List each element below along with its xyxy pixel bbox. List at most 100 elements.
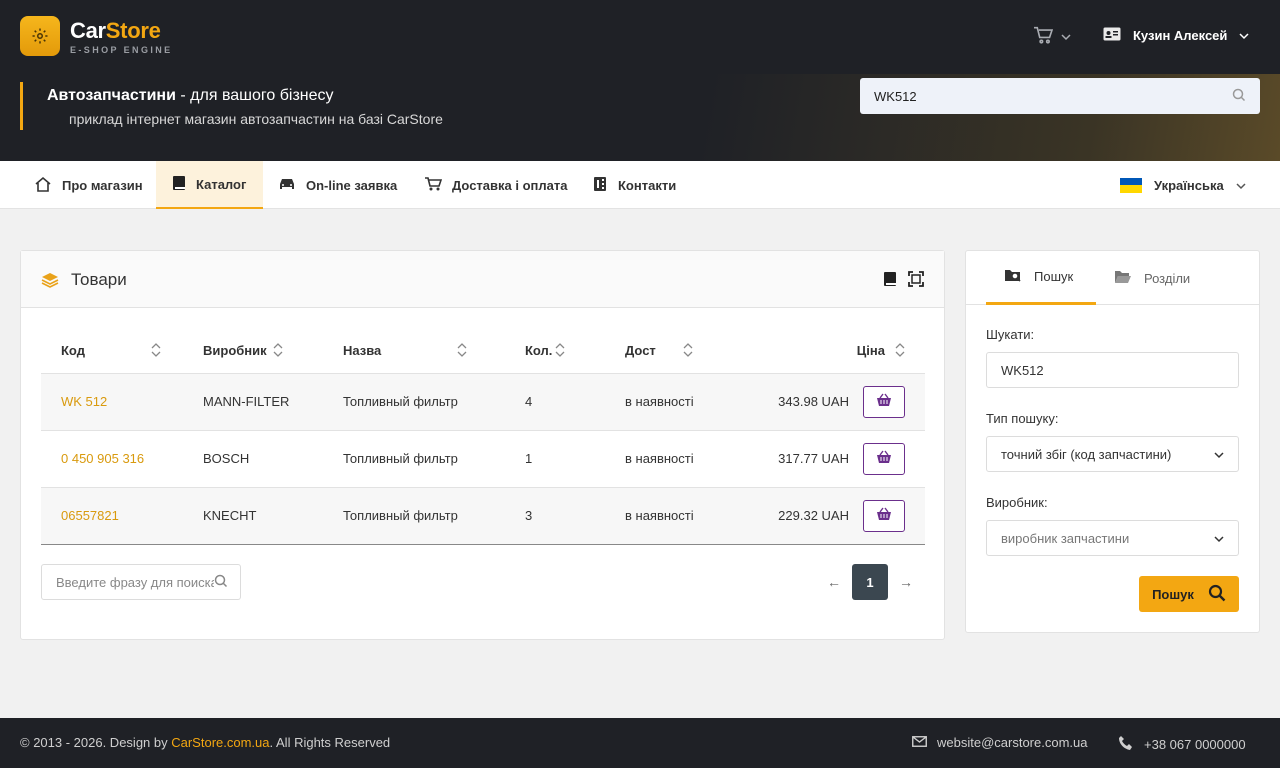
sort-icon[interactable] xyxy=(273,343,283,360)
chevron-down-icon xyxy=(1061,29,1071,44)
maker-cell: KNECHT xyxy=(183,487,323,545)
sort-icon[interactable] xyxy=(895,343,905,360)
car-icon xyxy=(278,177,296,194)
search-folder-icon xyxy=(1004,267,1022,286)
fullscreen-icon[interactable] xyxy=(908,271,924,290)
nav-item-contacts[interactable]: Контакти xyxy=(576,161,692,209)
tab-sections[interactable]: Розділи xyxy=(1114,251,1190,305)
search-icon xyxy=(1208,584,1226,605)
search-icon[interactable] xyxy=(1232,88,1246,105)
phone-icon xyxy=(1118,735,1134,754)
copyright: © 2013 - 2026. Design by CarStore.com.ua… xyxy=(20,735,391,750)
pager-next-button[interactable]: → xyxy=(888,564,924,600)
availability-cell: в наявності xyxy=(605,487,725,545)
table-row: WK 512 MANN-FILTER Топливный фильтр 4 в … xyxy=(41,373,925,431)
part-code-link[interactable]: 0 450 905 316 xyxy=(41,430,183,488)
cart-icon xyxy=(1033,26,1054,47)
col-price[interactable]: Ціна xyxy=(725,328,925,374)
top-search xyxy=(860,78,1260,114)
search-icon[interactable] xyxy=(214,574,228,591)
nav-item-delivery[interactable]: Доставка і оплата xyxy=(408,161,583,209)
book-icon[interactable] xyxy=(882,271,898,290)
user-menu[interactable]: Кузин Алексей xyxy=(1103,27,1249,44)
add-to-basket-button[interactable] xyxy=(863,385,905,418)
sort-icon[interactable] xyxy=(457,343,467,360)
gear-icon[interactable] xyxy=(20,16,60,56)
language-selector[interactable]: Українська xyxy=(1120,161,1246,209)
search-label: Шукати: xyxy=(986,327,1035,342)
part-code-link[interactable]: WK 512 xyxy=(41,373,183,431)
header-cart-button[interactable] xyxy=(1033,26,1071,47)
availability-cell: в наявності xyxy=(605,373,725,431)
maker-cell: BOSCH xyxy=(183,430,323,488)
pagination: ← 1 → xyxy=(816,564,924,600)
sort-icon[interactable] xyxy=(555,343,565,360)
name-cell: Топливный фильтр xyxy=(323,373,505,431)
nav-item-online-order[interactable]: On-line заявка xyxy=(262,161,413,209)
products-table: Код Виробник Назва Кол. Дост Ціна WK 512… xyxy=(41,328,925,545)
logo-name[interactable]: CarStore xyxy=(70,18,161,44)
price-cell: 317.77 UAH xyxy=(725,430,863,488)
table-row: 06557821 KNECHT Топливный фильтр 3 в ная… xyxy=(41,487,925,545)
col-maker[interactable]: Виробник xyxy=(183,328,323,374)
cart-icon xyxy=(424,176,443,195)
table-filter-input[interactable] xyxy=(56,574,214,590)
footer: © 2013 - 2026. Design by CarStore.com.ua… xyxy=(0,718,1280,768)
book-icon xyxy=(172,175,186,194)
sort-icon[interactable] xyxy=(151,343,161,360)
search-panel: Пошук Розділи Шукати: Тип пошуку: точний… xyxy=(965,250,1260,633)
main-nav: Про магазин Каталог On-line заявка Доста… xyxy=(0,161,1280,209)
folder-open-icon xyxy=(1114,269,1132,287)
price-cell: 229.32 UAH xyxy=(725,487,863,545)
table-filter xyxy=(41,564,241,600)
basket-icon xyxy=(876,393,892,410)
col-availability[interactable]: Дост xyxy=(605,328,725,374)
nav-item-catalog[interactable]: Каталог xyxy=(156,161,263,209)
home-icon xyxy=(34,176,52,195)
availability-cell: в наявності xyxy=(605,430,725,488)
top-search-input[interactable] xyxy=(874,88,1232,104)
pager-prev-button[interactable]: ← xyxy=(816,564,852,600)
maker-cell: MANN-FILTER xyxy=(183,373,323,431)
pager-page-current[interactable]: 1 xyxy=(852,564,888,600)
top-bar: CarStore E-SHOP ENGINE Кузин Алексей xyxy=(0,0,1280,74)
qty-cell: 1 xyxy=(505,430,605,488)
col-code[interactable]: Код xyxy=(41,328,183,374)
name-cell: Топливный фильтр xyxy=(323,487,505,545)
id-card-icon xyxy=(1103,27,1121,44)
maker-label: Виробник: xyxy=(986,495,1048,510)
logo-tagline: E-SHOP ENGINE xyxy=(70,45,173,55)
panel-title: Товари xyxy=(71,270,127,289)
chevron-down-icon xyxy=(1236,178,1246,193)
qty-cell: 3 xyxy=(505,487,605,545)
sort-icon[interactable] xyxy=(683,343,693,360)
ukraine-flag-icon xyxy=(1120,177,1142,193)
search-field xyxy=(986,352,1239,388)
basket-icon xyxy=(876,450,892,467)
name-cell: Топливный фильтр xyxy=(323,430,505,488)
user-name: Кузин Алексей xyxy=(1133,28,1228,43)
envelope-icon xyxy=(912,735,927,750)
tab-search[interactable]: Пошук xyxy=(986,251,1096,305)
search-type-select[interactable]: точний збіг (код запчастини) xyxy=(986,436,1239,472)
search-panel-tabs: Пошук Розділи xyxy=(966,251,1259,305)
footer-email[interactable]: website@carstore.com.ua xyxy=(912,735,1087,750)
price-cell: 343.98 UAH xyxy=(725,373,863,431)
nav-item-about[interactable]: Про магазин xyxy=(18,161,159,209)
maker-select[interactable]: виробник запчастини xyxy=(986,520,1239,556)
hero-accent-bar xyxy=(20,82,23,130)
search-type-label: Тип пошуку: xyxy=(986,411,1059,426)
add-to-basket-button[interactable] xyxy=(863,442,905,475)
search-input[interactable] xyxy=(1001,362,1224,378)
footer-phone[interactable]: +38 067 0000000 xyxy=(1118,735,1246,754)
chevron-down-icon xyxy=(1214,447,1224,462)
footer-site-link[interactable]: CarStore.com.ua xyxy=(171,735,269,750)
add-to-basket-button[interactable] xyxy=(863,499,905,532)
hero-title: Автозапчастини - для вашого бізнесу xyxy=(47,87,334,104)
hero-subtitle: приклад інтернет магазин автозапчастин н… xyxy=(69,111,443,127)
col-qty[interactable]: Кол. xyxy=(505,328,605,374)
search-submit-button[interactable]: Пошук xyxy=(1139,576,1239,612)
col-name[interactable]: Назва xyxy=(323,328,505,374)
table-row: 0 450 905 316 BOSCH Топливный фильтр 1 в… xyxy=(41,430,925,488)
part-code-link[interactable]: 06557821 xyxy=(41,487,183,545)
